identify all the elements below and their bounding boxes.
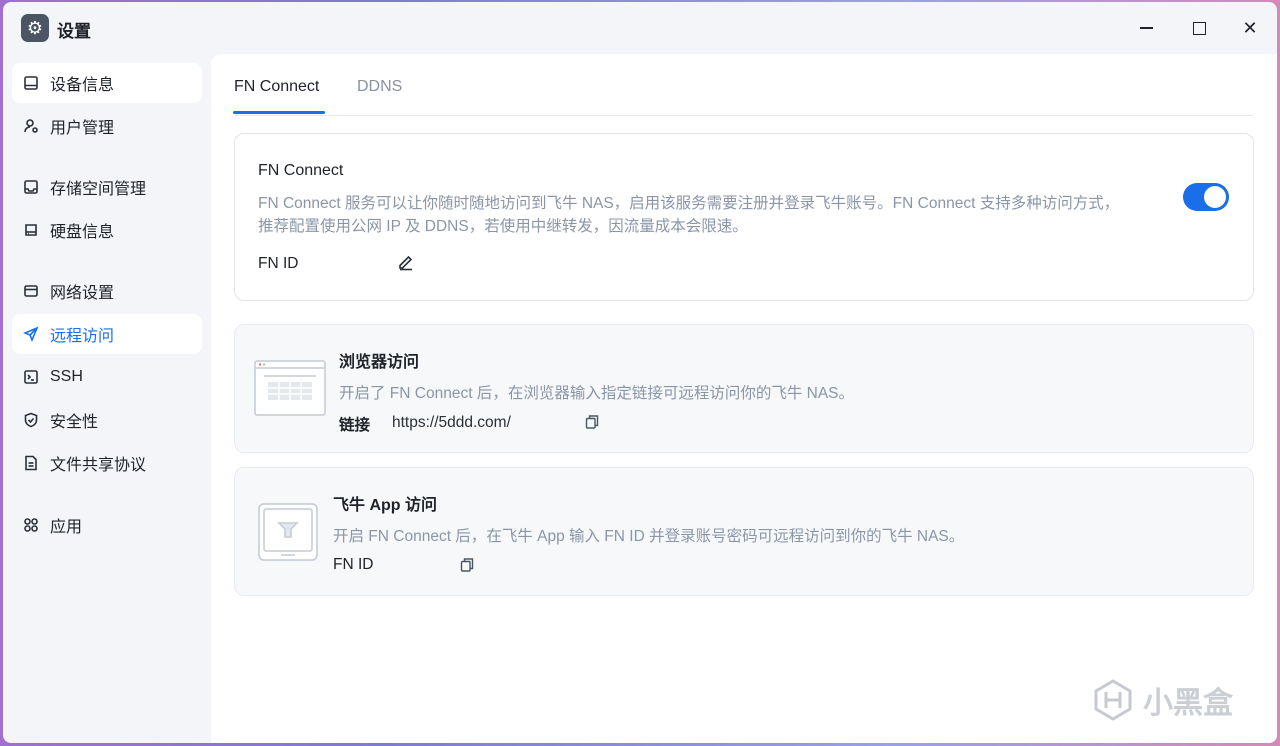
fn-connect-description-line2: 推荐配置使用公网 IP 及 DDNS，若使用中继转发，因流量成本会限速。 <box>258 218 748 235</box>
app-access-card: 飞牛 App 访问 开启 FN Connect 后，在飞牛 App 输入 FN … <box>234 467 1254 596</box>
device-icon <box>23 75 39 91</box>
phone-app-illustration-icon <box>257 503 319 566</box>
sidebar-item-disk-info[interactable]: 硬盘信息 <box>12 210 202 250</box>
terminal-icon <box>23 369 39 385</box>
sidebar-item-file-sharing[interactable]: 文件共享协议 <box>12 443 202 483</box>
sidebar-item-label: 用户管理 <box>50 120 115 137</box>
active-tab-indicator <box>233 111 325 114</box>
sidebar-item-label: 应用 <box>50 519 83 536</box>
sidebar-item-remote-access[interactable]: 远程访问 <box>12 314 202 354</box>
sidebar-item-label: 硬盘信息 <box>50 224 115 241</box>
fn-connect-description-line1: FN Connect 服务可以让你随时随地访问到飞牛 NAS，启用该服务需要注册… <box>258 195 1120 212</box>
sidebar-item-ssh[interactable]: SSH <box>12 357 202 397</box>
storage-icon <box>23 179 39 195</box>
browser-illustration-icon <box>254 360 326 421</box>
edit-icon[interactable] <box>397 253 415 271</box>
copy-icon[interactable] <box>459 557 475 573</box>
close-icon: ✕ <box>1242 17 1258 38</box>
sidebar-item-label: 存储空间管理 <box>50 181 147 198</box>
sidebar-item-label: SSH <box>50 368 83 385</box>
browser-access-title: 浏览器访问 <box>339 354 420 371</box>
sidebar-item-label: 设备信息 <box>50 77 115 94</box>
copy-icon[interactable] <box>584 414 600 430</box>
title-bar: ⚙ 设置 ✕ <box>3 2 1277 54</box>
heybox-logo-icon <box>1094 679 1132 721</box>
sidebar-item-user-management[interactable]: 用户管理 <box>12 106 202 146</box>
close-button[interactable]: ✕ <box>1235 14 1265 42</box>
link-value[interactable]: https://5ddd.com/ <box>392 414 511 432</box>
send-icon <box>23 326 39 342</box>
window-title: 设置 <box>57 22 91 41</box>
sidebar-item-label: 网络设置 <box>50 285 115 302</box>
fn-connect-card: FN Connect FN Connect 服务可以让你随时随地访问到飞牛 NA… <box>234 133 1254 301</box>
sidebar-item-label: 安全性 <box>50 414 99 431</box>
browser-access-description: 开启了 FN Connect 后，在浏览器输入指定链接可远程访问你的飞牛 NAS… <box>339 385 854 402</box>
sidebar-item-label: 文件共享协议 <box>50 457 147 474</box>
tab-ddns[interactable]: DDNS <box>357 78 402 96</box>
maximize-button[interactable] <box>1184 14 1214 42</box>
app-access-title: 飞牛 App 访问 <box>333 497 437 514</box>
watermark-text: 小黑盒 <box>1143 687 1233 720</box>
watermark: 小黑盒 <box>1091 678 1233 722</box>
toggle-knob <box>1204 186 1226 208</box>
maximize-icon <box>1192 21 1206 35</box>
minimize-icon <box>1139 27 1153 29</box>
fn-connect-toggle[interactable] <box>1183 183 1229 211</box>
user-gear-icon <box>23 118 39 134</box>
browser-access-card: 浏览器访问 开启了 FN Connect 后，在浏览器输入指定链接可远程访问你的… <box>234 324 1254 453</box>
app-access-description: 开启 FN Connect 后，在飞牛 App 输入 FN ID 并登录账号密码… <box>333 528 965 545</box>
app-fn-id-label: FN ID <box>333 556 374 573</box>
disk-icon <box>23 222 39 238</box>
file-icon <box>23 455 39 471</box>
sidebar-item-network[interactable]: 网络设置 <box>12 271 202 311</box>
sidebar-item-label: 远程访问 <box>50 328 115 345</box>
fn-id-label: FN ID <box>258 255 299 272</box>
apps-icon <box>23 517 39 533</box>
sidebar-item-apps[interactable]: 应用 <box>12 505 202 545</box>
minimize-button[interactable] <box>1131 14 1161 42</box>
sidebar-item-security[interactable]: 安全性 <box>12 400 202 440</box>
tab-bar: FN Connect DDNS <box>233 54 1253 116</box>
sidebar: 设备信息 用户管理 存储空间管理 硬盘信息 网络设置 远程访问 SSH 安全性 … <box>3 54 211 743</box>
shield-icon <box>23 412 39 428</box>
sidebar-item-device-info[interactable]: 设备信息 <box>12 63 202 103</box>
link-label: 链接 <box>339 417 371 434</box>
fn-connect-title: FN Connect <box>258 162 344 179</box>
tab-fn-connect[interactable]: FN Connect <box>234 78 319 96</box>
fn-connect-description: FN Connect 服务可以让你随时随地访问到飞牛 NAS，启用该服务需要注册… <box>258 192 1158 238</box>
gear-icon: ⚙ <box>21 14 49 42</box>
settings-window: ⚙ 设置 ✕ 设备信息 用户管理 存储空间管理 硬盘信息 网络设置 远程访问 S… <box>3 2 1277 743</box>
sidebar-item-storage[interactable]: 存储空间管理 <box>12 167 202 207</box>
main-panel: FN Connect DDNS FN Connect FN Connect 服务… <box>211 54 1277 743</box>
network-icon <box>23 283 39 299</box>
